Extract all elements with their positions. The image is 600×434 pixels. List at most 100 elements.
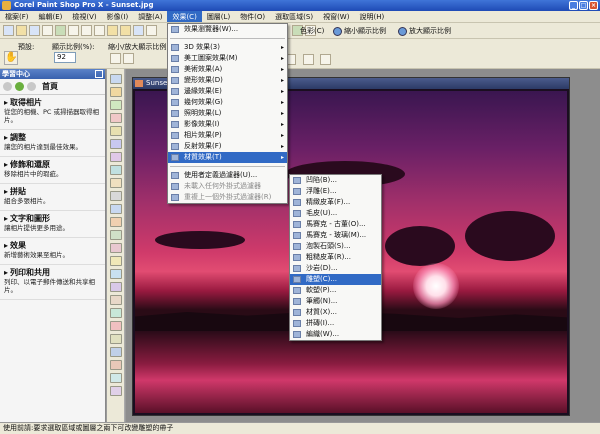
cut-icon[interactable] [68, 25, 79, 36]
tool-button-9-icon[interactable] [110, 191, 122, 201]
tool-button-24-icon[interactable] [110, 386, 122, 396]
effects-menu-item[interactable]: 美工圖案效果(M) [168, 53, 287, 64]
tool-button-7-icon[interactable] [110, 165, 122, 175]
effects-menu-item[interactable]: 美術效果(A) [168, 64, 287, 75]
pin-icon[interactable] [95, 70, 103, 78]
hand-icon[interactable]: ✋ [4, 51, 18, 65]
tool-button-11-icon[interactable] [110, 217, 122, 227]
learning-home-row[interactable]: 首頁 [0, 79, 105, 95]
menu-item-6[interactable]: 圖層(L) [202, 11, 235, 22]
texture-submenu-item[interactable]: 拼磚(I)... [290, 318, 381, 329]
learning-section-title[interactable]: 調整 [4, 134, 102, 142]
tool-button-10-icon[interactable] [110, 204, 122, 214]
zoom-in-button[interactable]: 放大顯示比例 [398, 25, 451, 37]
texture-submenu-item[interactable]: 浮雕(E)... [290, 186, 381, 197]
tool-button-8-icon[interactable] [110, 178, 122, 188]
maximize-button[interactable]: □ [579, 1, 588, 10]
print-icon[interactable] [55, 25, 66, 36]
learning-section-title[interactable]: 文字和圖形 [4, 215, 102, 223]
forward-icon[interactable] [15, 82, 24, 91]
menu-item-5[interactable]: 效果(C) [167, 11, 202, 22]
history-icon[interactable] [146, 25, 157, 36]
tool-button-6-icon[interactable] [110, 152, 122, 162]
texture-submenu-item[interactable]: 毛皮(U)... [290, 208, 381, 219]
zoom-spinner[interactable]: 92 [54, 52, 76, 63]
browser-icon[interactable] [133, 25, 144, 36]
effects-menu-item[interactable]: 照明效果(L) [168, 108, 287, 119]
effects-menu-item[interactable]: 使用者定義過濾器(U)... [168, 170, 287, 181]
tool-button-14-icon[interactable] [110, 256, 122, 266]
tool-button-19-icon[interactable] [110, 321, 122, 331]
learning-section-title[interactable]: 列印和共用 [4, 269, 102, 277]
undo-icon[interactable] [107, 25, 118, 36]
copy-icon[interactable] [81, 25, 92, 36]
menu-item-8[interactable]: 選取區域(S) [270, 11, 318, 22]
tool-button-20-icon[interactable] [110, 334, 122, 344]
learning-section-title[interactable]: 取得相片 [4, 99, 102, 107]
tool-button-15-icon[interactable] [110, 269, 122, 279]
redo-icon[interactable] [120, 25, 131, 36]
texture-submenu-item[interactable]: 雕塑(C)... [290, 274, 381, 285]
learning-section[interactable]: 修飾和還原移除相片中的瑕疵。 [0, 157, 105, 184]
learning-section-title[interactable]: 拼貼 [4, 188, 102, 196]
menu-item-9[interactable]: 視窗(W) [318, 11, 354, 22]
save-icon[interactable] [29, 25, 40, 36]
effects-menu-item[interactable]: 材質效果(T) [168, 152, 287, 163]
tool-button-3-icon[interactable] [110, 113, 122, 123]
menu-item-2[interactable]: 檢視(V) [67, 11, 101, 22]
menu-item-0[interactable]: 檔案(F) [0, 11, 34, 22]
tool-button-4-icon[interactable] [110, 126, 122, 136]
learning-section-title[interactable]: 修飾和還原 [4, 161, 102, 169]
effects-menu-item[interactable]: 影像效果(I) [168, 119, 287, 130]
texture-submenu-item[interactable]: 精緻皮革(F)... [290, 197, 381, 208]
texture-submenu-item[interactable]: 軟塑(P)... [290, 285, 381, 296]
learning-section[interactable]: 調整讓您的相片達到最佳效果。 [0, 130, 105, 157]
texture-submenu-item[interactable]: 凹陷(B)... [290, 175, 381, 186]
learning-section-title[interactable]: 效果 [4, 242, 102, 250]
tool-button-21-icon[interactable] [110, 347, 122, 357]
fit-image-icon[interactable] [320, 54, 331, 65]
tool-button-12-icon[interactable] [110, 230, 122, 240]
effects-menu-item[interactable]: 3D 效果(3) [168, 42, 287, 53]
tool-button-16-icon[interactable] [110, 282, 122, 292]
effects-menu-item[interactable]: 反射效果(F) [168, 141, 287, 152]
menu-item-10[interactable]: 說明(H) [354, 11, 389, 22]
tool-button-23-icon[interactable] [110, 373, 122, 383]
menu-item-7[interactable]: 物件(O) [235, 11, 270, 22]
tool-button-1-icon[interactable] [110, 87, 122, 97]
tool-button-13-icon[interactable] [110, 243, 122, 253]
texture-submenu-item[interactable]: 編織(W)... [290, 329, 381, 340]
texture-submenu-item[interactable]: 泡製石頭(S)... [290, 241, 381, 252]
texture-submenu-item[interactable]: 馬賽克 - 玻璃(M)... [290, 230, 381, 241]
color-button[interactable]: 色彩(C) [300, 25, 324, 37]
zoom-mode-icon[interactable] [110, 53, 121, 64]
texture-submenu-item[interactable]: 材質(X)... [290, 307, 381, 318]
tool-button-22-icon[interactable] [110, 360, 122, 370]
texture-submenu-item[interactable]: 沙岩(D)... [290, 263, 381, 274]
scan-icon[interactable] [42, 25, 53, 36]
fit-window-icon[interactable] [303, 54, 314, 65]
menu-item-3[interactable]: 影像(I) [102, 11, 134, 22]
minimize-button[interactable]: _ [569, 1, 578, 10]
effects-menu-item[interactable]: 效果瀏覽器(W)... [168, 24, 287, 35]
effects-menu-item[interactable]: 變形效果(D) [168, 75, 287, 86]
tool-button-5-icon[interactable] [110, 139, 122, 149]
new-file-icon[interactable] [3, 25, 14, 36]
paste-icon[interactable] [94, 25, 105, 36]
zoom-mode-icon-2[interactable] [123, 53, 134, 64]
tool-button-17-icon[interactable] [110, 295, 122, 305]
zoom-out-button[interactable]: 縮小顯示比例 [333, 25, 386, 37]
learning-section[interactable]: 效果新增藝術效果至相片。 [0, 238, 105, 265]
menu-item-1[interactable]: 編輯(E) [34, 11, 68, 22]
learning-section[interactable]: 取得相片從您的相機、PC 或掃描器取得相片。 [0, 95, 105, 130]
learning-section[interactable]: 拼貼組合多張相片。 [0, 184, 105, 211]
effects-menu-item[interactable]: 相片效果(P) [168, 130, 287, 141]
texture-submenu-item[interactable]: 粗糙皮革(R)... [290, 252, 381, 263]
tool-button-0-icon[interactable] [110, 74, 122, 84]
tool-button-18-icon[interactable] [110, 308, 122, 318]
tool-button-2-icon[interactable] [110, 100, 122, 110]
learning-section[interactable]: 列印和共用列印、以電子郵件傳送和共享相片。 [0, 265, 105, 300]
home-icon[interactable] [27, 82, 36, 91]
texture-submenu-item[interactable]: 馬賽克 - 古董(O)... [290, 219, 381, 230]
menu-item-4[interactable]: 調整(A) [133, 11, 167, 22]
